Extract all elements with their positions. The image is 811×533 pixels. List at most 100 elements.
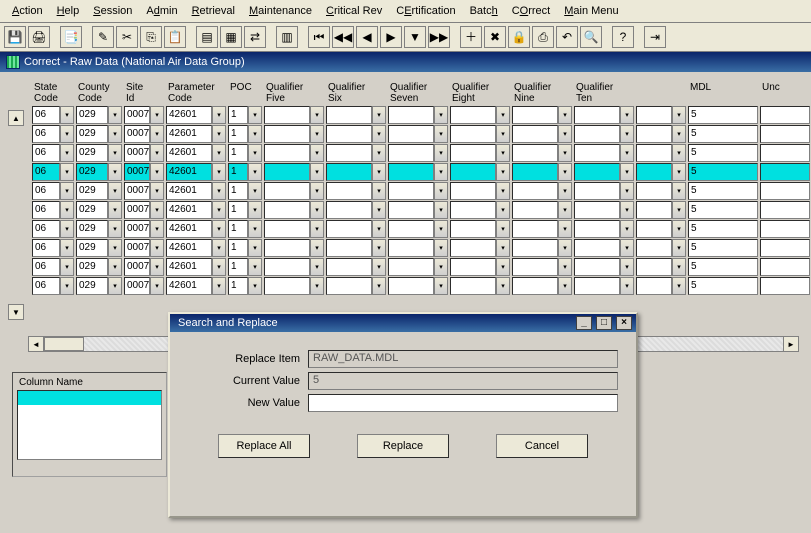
lock-icon[interactable]: 🔒 (508, 26, 530, 48)
cell-dropdown-gap[interactable]: ▾ (672, 163, 686, 181)
help-icon[interactable]: ? (612, 26, 634, 48)
cell-county[interactable]: 029▾ (76, 201, 122, 219)
cell-mdl[interactable]: 5 (688, 163, 758, 181)
cell-dropdown-q9[interactable]: ▾ (558, 106, 572, 124)
cell-q10[interactable]: ▾ (574, 106, 634, 124)
cell-input-param[interactable]: 42601 (166, 258, 212, 276)
cell-dropdown-q10[interactable]: ▾ (620, 258, 634, 276)
cell-site[interactable]: 0007▾ (124, 125, 164, 143)
cell-input-q9[interactable] (512, 239, 558, 257)
cell-dropdown-gap[interactable]: ▾ (672, 182, 686, 200)
cell-input-county[interactable]: 029 (76, 144, 108, 162)
cell-input-q7[interactable] (388, 220, 434, 238)
cell-input-q5[interactable] (264, 144, 310, 162)
cell-dropdown-site[interactable]: ▾ (150, 182, 164, 200)
cell-input-gap[interactable] (636, 182, 672, 200)
cell-dropdown-county[interactable]: ▾ (108, 163, 122, 181)
cell-q6[interactable]: ▾ (326, 182, 386, 200)
cell-dropdown-q10[interactable]: ▾ (620, 106, 634, 124)
cell-gap[interactable]: ▾ (636, 239, 686, 257)
cell-q10[interactable]: ▾ (574, 144, 634, 162)
cell-q5[interactable]: ▾ (264, 258, 324, 276)
cell-dropdown-q8[interactable]: ▾ (496, 144, 510, 162)
cell-input-mdl[interactable]: 5 (688, 258, 758, 276)
cell-dropdown-state[interactable]: ▾ (60, 163, 74, 181)
cell-input-poc[interactable]: 1 (228, 163, 248, 181)
cell-input-gap[interactable] (636, 239, 672, 257)
cell-county[interactable]: 029▾ (76, 106, 122, 124)
cell-dropdown-site[interactable]: ▾ (150, 239, 164, 257)
grid-scroll-up[interactable]: ▲ (8, 110, 24, 126)
cell-input-poc[interactable]: 1 (228, 144, 248, 162)
cell-unc[interactable] (760, 163, 810, 181)
cell-q9[interactable]: ▾ (512, 144, 572, 162)
cell-input-site[interactable]: 0007 (124, 220, 150, 238)
cell-dropdown-param[interactable]: ▾ (212, 258, 226, 276)
cell-dropdown-q9[interactable]: ▾ (558, 182, 572, 200)
cell-dropdown-q7[interactable]: ▾ (434, 277, 448, 295)
cell-unc[interactable] (760, 125, 810, 143)
insert-icon[interactable]: ＋ (460, 26, 482, 48)
cell-q8[interactable]: ▾ (450, 258, 510, 276)
cell-q5[interactable]: ▾ (264, 220, 324, 238)
cell-dropdown-q8[interactable]: ▾ (496, 106, 510, 124)
cell-q5[interactable]: ▾ (264, 201, 324, 219)
cell-input-q7[interactable] (388, 258, 434, 276)
cancel-button[interactable]: Cancel (496, 434, 588, 458)
cell-input-q5[interactable] (264, 106, 310, 124)
rec-icon[interactable]: ⎙ (532, 26, 554, 48)
save-icon[interactable]: 💾 (4, 26, 26, 48)
cell-dropdown-q9[interactable]: ▾ (558, 144, 572, 162)
cell-dropdown-q5[interactable]: ▾ (310, 220, 324, 238)
cell-q10[interactable]: ▾ (574, 182, 634, 200)
cell-dropdown-q7[interactable]: ▾ (434, 220, 448, 238)
cell-state[interactable]: 06▾ (32, 182, 74, 200)
cell-dropdown-q6[interactable]: ▾ (372, 239, 386, 257)
cell-q9[interactable]: ▾ (512, 182, 572, 200)
cell-q9[interactable]: ▾ (512, 125, 572, 143)
cell-input-site[interactable]: 0007 (124, 125, 150, 143)
menu-batch[interactable]: Batch (464, 3, 504, 19)
cell-input-gap[interactable] (636, 258, 672, 276)
cell-mdl[interactable]: 5 (688, 125, 758, 143)
cell-input-mdl[interactable]: 5 (688, 277, 758, 295)
cell-param[interactable]: 42601▾ (166, 258, 226, 276)
cell-q6[interactable]: ▾ (326, 144, 386, 162)
cell-mdl[interactable]: 5 (688, 144, 758, 162)
cell-site[interactable]: 0007▾ (124, 106, 164, 124)
cell-dropdown-q9[interactable]: ▾ (558, 125, 572, 143)
cell-q7[interactable]: ▾ (388, 258, 448, 276)
cell-dropdown-poc[interactable]: ▾ (248, 258, 262, 276)
cell-dropdown-q9[interactable]: ▾ (558, 258, 572, 276)
cell-input-q6[interactable] (326, 163, 372, 181)
cell-q5[interactable]: ▾ (264, 125, 324, 143)
cell-input-site[interactable]: 0007 (124, 163, 150, 181)
cell-poc[interactable]: 1▾ (228, 163, 262, 181)
cell-dropdown-q6[interactable]: ▾ (372, 163, 386, 181)
cell-dropdown-q10[interactable]: ▾ (620, 277, 634, 295)
cell-dropdown-param[interactable]: ▾ (212, 125, 226, 143)
cell-input-unc[interactable] (760, 125, 810, 143)
cell-q8[interactable]: ▾ (450, 201, 510, 219)
table-row[interactable]: 06▾029▾0007▾42601▾1▾▾▾▾▾▾▾▾5 (10, 163, 805, 181)
cell-input-q10[interactable] (574, 258, 620, 276)
cell-input-state[interactable]: 06 (32, 277, 60, 295)
cell-input-state[interactable]: 06 (32, 144, 60, 162)
cell-input-q9[interactable] (512, 220, 558, 238)
hscroll-left[interactable]: ◄ (28, 336, 44, 352)
cell-q9[interactable]: ▾ (512, 163, 572, 181)
cell-dropdown-q10[interactable]: ▾ (620, 125, 634, 143)
cell-county[interactable]: 029▾ (76, 182, 122, 200)
cell-unc[interactable] (760, 106, 810, 124)
cell-q8[interactable]: ▾ (450, 239, 510, 257)
cell-input-poc[interactable]: 1 (228, 220, 248, 238)
cell-param[interactable]: 42601▾ (166, 277, 226, 295)
cell-gap[interactable]: ▾ (636, 201, 686, 219)
cell-dropdown-q5[interactable]: ▾ (310, 125, 324, 143)
cell-q5[interactable]: ▾ (264, 144, 324, 162)
table-row[interactable]: 06▾029▾0007▾42601▾1▾▾▾▾▾▾▾▾5 (10, 258, 805, 276)
cell-input-poc[interactable]: 1 (228, 201, 248, 219)
menu-session[interactable]: Session (87, 3, 138, 19)
cell-input-q9[interactable] (512, 277, 558, 295)
cell-input-mdl[interactable]: 5 (688, 239, 758, 257)
